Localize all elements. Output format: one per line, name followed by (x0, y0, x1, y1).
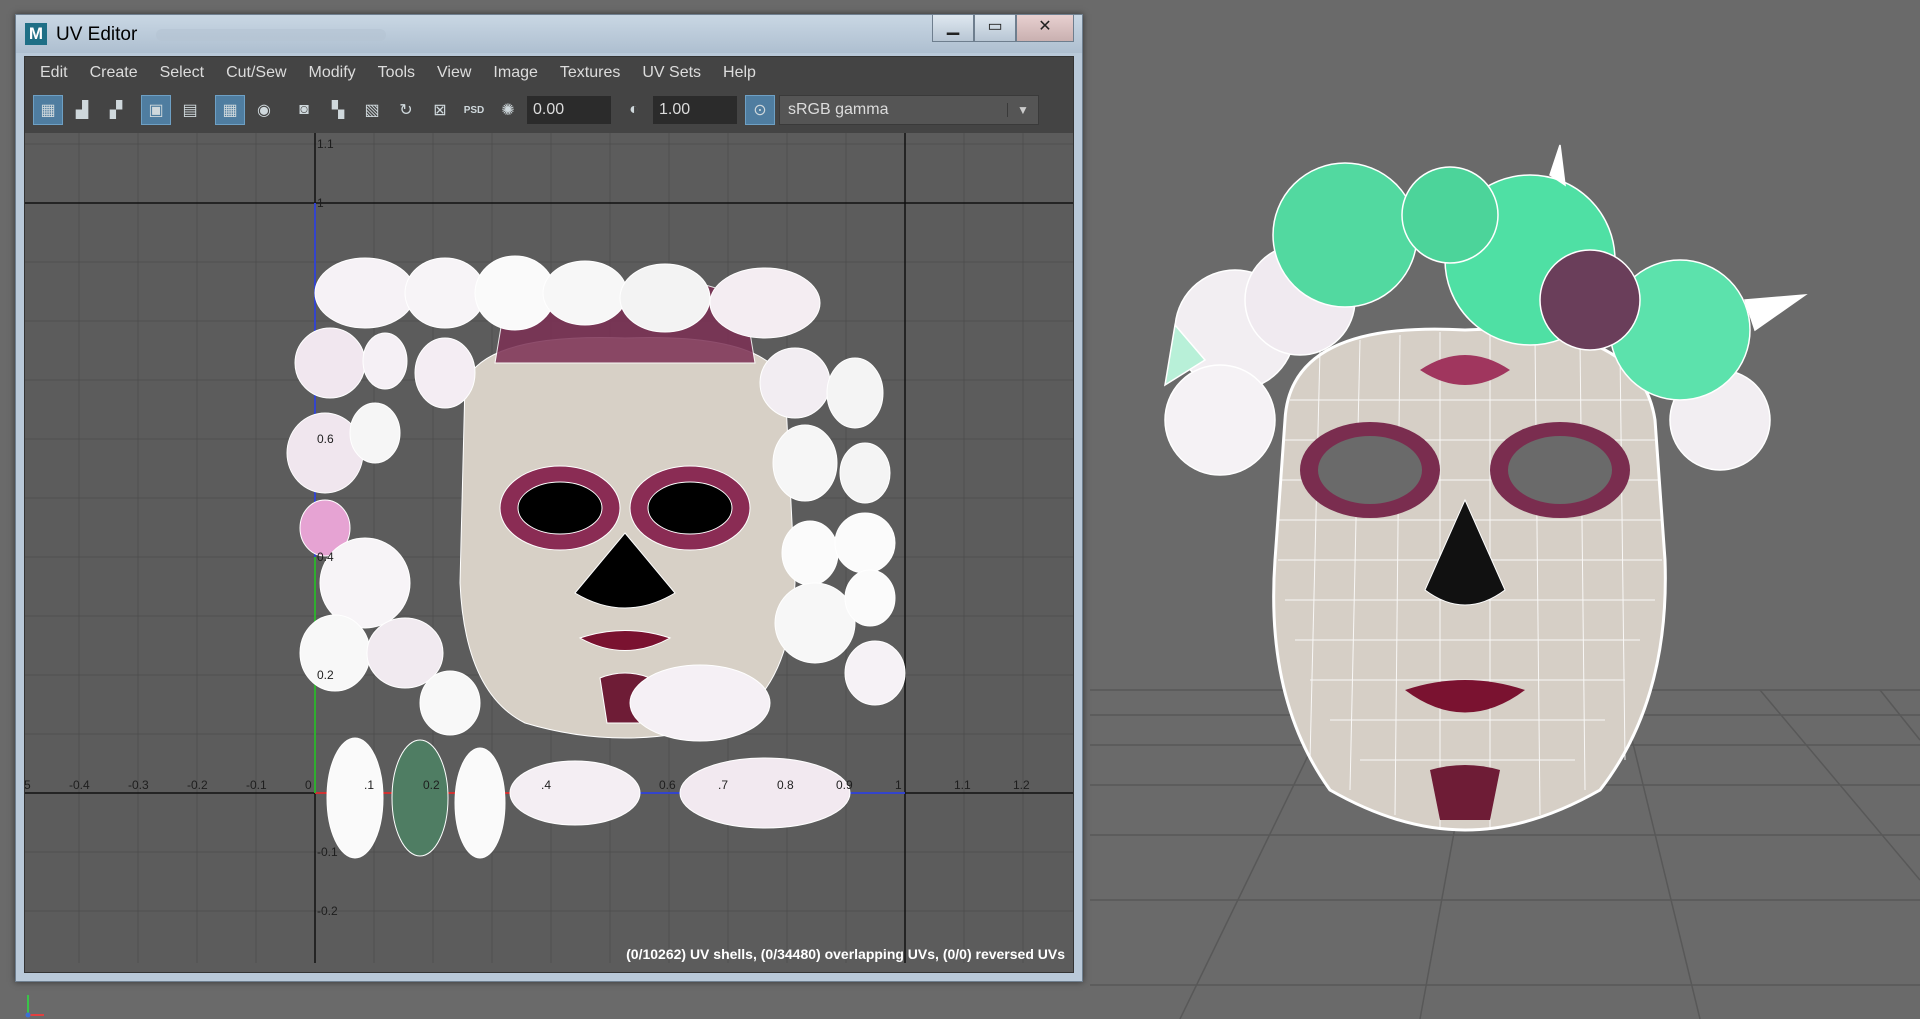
menu-cut-sew[interactable]: Cut/Sew (215, 64, 297, 82)
exposure-icon[interactable]: ✺ (493, 95, 523, 125)
color-space-value: sRGB gamma (788, 101, 889, 118)
uv-graph[interactable]: -0.5 -0.4 -0.3 -0.2 -0.1 0 .1 0.2 .4 0.6 .7 0.8 0.9 1… (25, 133, 1073, 963)
x-tick-label: -0.1 (246, 778, 267, 792)
close-button[interactable]: ✕ (1016, 15, 1074, 42)
x-tick-label: -0.4 (69, 778, 90, 792)
x-tick-label: 0.2 (423, 778, 440, 792)
gamma-input[interactable]: 1.00 (653, 96, 737, 124)
x-tick-label: -0.5 (25, 778, 31, 792)
uv-overlap-icon[interactable]: ▞ (101, 95, 131, 125)
view-axis-icon (25, 995, 44, 1018)
checker-icon[interactable]: ▚ (323, 95, 353, 125)
color-management-icon[interactable]: ⊙ (745, 95, 775, 125)
y-tick-label: 1 (317, 196, 324, 210)
uv-shells (286, 255, 906, 859)
window-title: UV Editor (56, 24, 138, 45)
filter-icon[interactable]: ⊠ (425, 95, 455, 125)
snapshot-icon[interactable]: ◙ (289, 95, 319, 125)
y-tick-label: 0.6 (317, 432, 334, 446)
display-image-icon[interactable]: ▣ (141, 95, 171, 125)
exposure-input[interactable]: 0.00 (527, 96, 611, 124)
menu-tools[interactable]: Tools (367, 64, 426, 82)
minimize-button[interactable]: ▁ (932, 15, 974, 42)
pixel-snap-icon[interactable]: ◉ (249, 95, 279, 125)
x-tick-label: -0.2 (187, 778, 208, 792)
x-tick-label: .1 (364, 778, 374, 792)
y-tick-label: -0.1 (317, 845, 338, 859)
uv-canvas[interactable]: -0.5 -0.4 -0.3 -0.2 -0.1 0 .1 0.2 .4 0.6 .7 0.8 0.9 1… (25, 133, 1073, 972)
menu-create[interactable]: Create (79, 64, 149, 82)
menu-image[interactable]: Image (482, 64, 548, 82)
mask-3d (1272, 327, 1667, 832)
menu-textures[interactable]: Textures (549, 64, 631, 82)
psd-icon[interactable]: PSD (459, 95, 489, 125)
y-tick-label: -0.2 (317, 904, 338, 918)
uv-editor-window[interactable]: M UV Editor ▁ ▭ ✕ Edit Create Select Cut… (15, 14, 1083, 982)
x-tick-label: 0 (305, 778, 312, 792)
toolbar: ▦ ▟ ▞ ▣ ▤ ▦ ◉ ◙ ▚ ▧ ↻ ⊠ PSD ✺ 0.00 ◐ 1.0… (25, 89, 1073, 131)
maya-app-icon: M (25, 23, 47, 45)
x-tick-label: .7 (718, 778, 728, 792)
uv-distort-icon[interactable]: ▟ (67, 95, 97, 125)
grid-icon[interactable]: ▦ (215, 95, 245, 125)
x-tick-label: 1.1 (954, 778, 971, 792)
menu-uv-sets[interactable]: UV Sets (631, 64, 712, 82)
chevron-down-icon: ▼ (1007, 103, 1038, 117)
x-tick-label: .4 (541, 778, 551, 792)
x-tick-label: 1.2 (1013, 778, 1030, 792)
menu-view[interactable]: View (426, 64, 482, 82)
title-blur-decoration (156, 29, 386, 41)
x-tick-label: 0.9 (836, 778, 853, 792)
menu-bar: Edit Create Select Cut/Sew Modify Tools … (25, 57, 1073, 89)
menu-edit[interactable]: Edit (29, 64, 79, 82)
gamma-icon[interactable]: ◐ (619, 95, 649, 125)
window-controls: ▁ ▭ ✕ (932, 15, 1074, 43)
y-tick-label: 1.1 (317, 137, 334, 151)
x-tick-label: -0.3 (128, 778, 149, 792)
refresh-icon[interactable]: ↻ (391, 95, 421, 125)
y-tick-label: 0.2 (317, 668, 334, 682)
x-tick-label: 0.8 (777, 778, 794, 792)
menu-help[interactable]: Help (712, 64, 767, 82)
image-range-icon[interactable]: ▧ (357, 95, 387, 125)
menu-select[interactable]: Select (149, 64, 215, 82)
color-space-select[interactable]: sRGB gamma ▼ (779, 95, 1039, 125)
uv-status-text: (0/10262) UV shells, (0/34480) overlappi… (626, 946, 1065, 962)
x-tick-label: 0.6 (659, 778, 676, 792)
uv-shell-icon[interactable]: ▦ (33, 95, 63, 125)
shaded-uv-icon[interactable]: ▤ (175, 95, 205, 125)
title-bar[interactable]: M UV Editor ▁ ▭ ✕ (16, 15, 1082, 53)
maximize-button[interactable]: ▭ (974, 15, 1016, 42)
x-tick-label: 1 (895, 778, 902, 792)
uv-editor-client: Edit Create Select Cut/Sew Modify Tools … (24, 56, 1074, 973)
y-tick-label: 0.4 (317, 550, 334, 564)
menu-modify[interactable]: Modify (298, 64, 367, 82)
